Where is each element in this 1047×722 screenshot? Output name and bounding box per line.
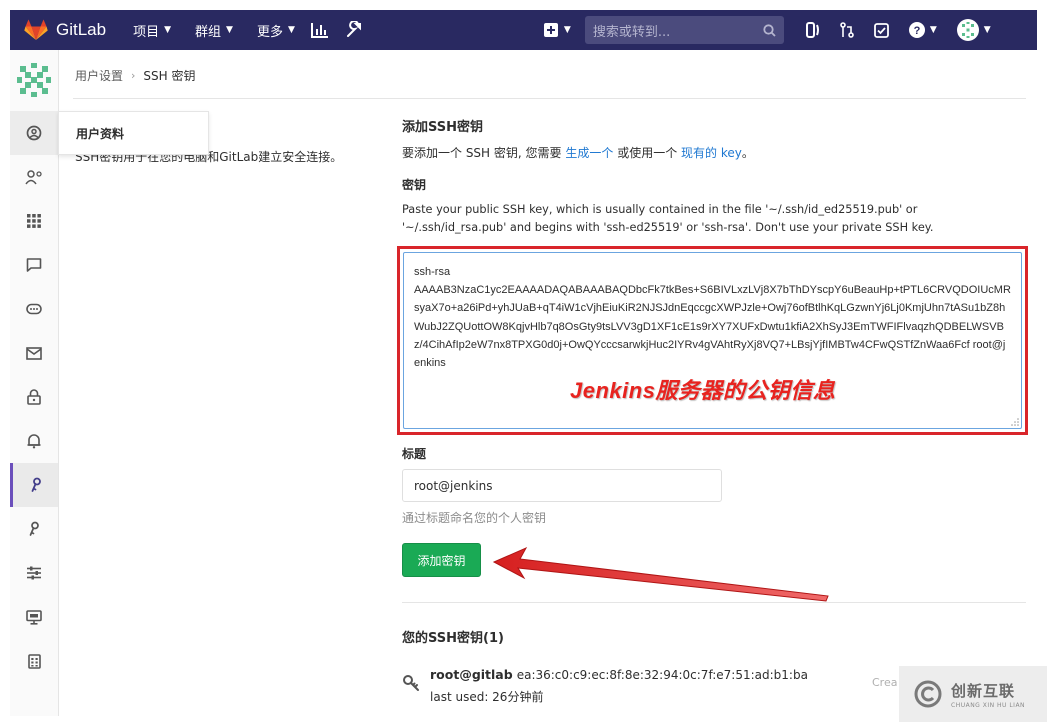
nav-more[interactable]: 更多 ▼ <box>257 21 295 40</box>
emails-icon <box>26 346 42 360</box>
nav-groups[interactable]: 群组 ▼ <box>195 21 233 40</box>
top-navbar: GitLab 项目 ▼ 群组 ▼ 更多 ▼ ▼ 搜索或转到... ? ▼ ▼ <box>10 10 1037 50</box>
key-help-text: Paste your public SSH key, which is usua… <box>402 203 934 234</box>
chat-icon <box>26 258 42 272</box>
section-divider <box>402 602 1026 603</box>
access-tokens-icon <box>26 303 42 315</box>
settings-sidebar <box>10 50 59 716</box>
chevron-down-icon: ▼ <box>287 25 295 35</box>
sidebar-item-gpg-keys[interactable] <box>10 507 58 551</box>
watermark: 创新互联 CHUANG XIN HU LIAN <box>899 666 1047 722</box>
title-label: 标题 <box>402 447 427 461</box>
ssh-key-fingerprint: ea:36:c0:c9:ec:8f:8e:32:94:0c:7f:e7:51:a… <box>516 668 808 682</box>
watermark-subtitle: CHUANG XIN HU LIAN <box>951 701 1026 709</box>
desc-suffix: 。 <box>741 146 754 160</box>
user-menu[interactable]: ▼ <box>956 19 991 41</box>
add-ssh-key-description: 要添加一个 SSH 密钥, 您需要 生成一个 或使用一个 现有的 key。 <box>402 144 754 161</box>
user-avatar[interactable] <box>16 62 52 102</box>
title-help-text: 通过标题命名您的个人密钥 <box>402 511 547 525</box>
profile-icon <box>26 125 42 141</box>
chevron-down-icon: ▼ <box>226 25 233 35</box>
help-icon: ? <box>908 22 925 38</box>
key-highlight-box: ssh-rsa AAAAB3NzaC1yc2EAAAADAQABAAABAQDb… <box>397 246 1028 435</box>
user-avatar-icon <box>956 19 979 41</box>
key-icon <box>403 675 419 691</box>
activity-chart-icon[interactable] <box>310 22 329 38</box>
chevron-down-icon: ▼ <box>929 25 937 35</box>
help-dropdown[interactable]: ? ▼ <box>908 22 937 38</box>
issues-icon[interactable] <box>805 22 820 38</box>
sessions-monitor-icon <box>26 609 42 625</box>
sidebar-item-chat[interactable] <box>10 243 58 287</box>
nav-groups-label: 群组 <box>195 24 222 40</box>
sidebar-item-sessions[interactable] <box>10 595 58 639</box>
watermark-logo-icon <box>914 680 942 708</box>
applications-icon <box>27 214 41 228</box>
new-item-dropdown[interactable]: ▼ <box>543 23 571 37</box>
desc-middle: 或使用一个 <box>617 146 678 160</box>
your-keys-heading: 您的SSH密钥(1) <box>402 631 504 646</box>
chevron-down-icon: ▼ <box>563 25 571 35</box>
sidebar-item-password[interactable] <box>10 375 58 419</box>
nav-more-label: 更多 <box>256 24 283 40</box>
preferences-sliders-icon <box>27 566 41 580</box>
svg-text:?: ? <box>913 25 920 37</box>
key-textarea-value: ssh-rsa AAAAB3NzaC1yc2EAAAADAQABAAABAQDb… <box>414 266 1011 370</box>
breadcrumb-divider <box>73 98 1026 99</box>
ssh-key-last-used: last used: 26分钟前 <box>430 690 544 704</box>
audit-log-icon <box>27 653 41 669</box>
nav-projects[interactable]: 项目 ▼ <box>133 21 171 40</box>
annotation-text: Jenkins服务器的公钥信息 <box>570 378 836 403</box>
sidebar-item-ssh-keys[interactable] <box>10 463 58 507</box>
todos-icon[interactable] <box>873 22 889 38</box>
breadcrumb: 用户设置 › SSH 密钥 <box>75 67 196 84</box>
existing-key-link[interactable]: 现有的 key <box>681 146 742 160</box>
chevron-down-icon: ▼ <box>983 25 991 35</box>
sidebar-item-profile[interactable] <box>10 111 58 155</box>
ssh-key-icon <box>31 477 41 492</box>
watermark-title: 创新互联 <box>951 681 1016 700</box>
notifications-bell-icon <box>27 434 41 449</box>
breadcrumb-ssh-keys[interactable]: SSH 密钥 <box>143 67 195 84</box>
ssh-key-name: root@gitlab <box>430 667 513 682</box>
sidebar-item-audit-log[interactable] <box>10 639 58 683</box>
search-icon <box>763 23 776 37</box>
sidebar-item-preferences[interactable] <box>10 551 58 595</box>
annotation-arrow <box>492 546 829 602</box>
title-input[interactable]: root@jenkins <box>402 469 722 502</box>
admin-wrench-icon[interactable] <box>345 21 363 39</box>
gpg-key-icon <box>29 521 39 536</box>
search-placeholder: 搜索或转到... <box>592 24 671 40</box>
resize-handle-icon[interactable] <box>1011 418 1019 426</box>
chevron-right-icon: › <box>131 69 136 82</box>
password-lock-icon <box>27 389 41 405</box>
add-key-button[interactable]: 添加密钥 <box>402 543 481 577</box>
sidebar-item-emails[interactable] <box>10 331 58 375</box>
add-ssh-key-heading: 添加SSH密钥 <box>402 120 484 135</box>
sidebar-item-account[interactable] <box>10 155 58 199</box>
nav-projects-label: 项目 <box>133 24 160 40</box>
profile-flyout[interactable]: 用户资料 <box>58 111 209 155</box>
gitlab-tanuki-icon <box>24 19 48 40</box>
sidebar-item-notifications[interactable] <box>10 419 58 463</box>
chevron-down-icon: ▼ <box>164 25 172 35</box>
ssh-key-created: Crea <box>872 676 898 689</box>
key-label: 密钥 <box>402 178 427 192</box>
merge-requests-icon[interactable] <box>840 22 854 38</box>
app-name: GitLab <box>56 20 107 39</box>
desc-prefix: 要添加一个 SSH 密钥, 您需要 <box>402 146 562 160</box>
generate-key-link[interactable]: 生成一个 <box>565 146 613 160</box>
ssh-key-title[interactable]: root@gitlab ea:36:c0:c9:ec:8f:8e:32:94:0c… <box>430 667 808 682</box>
breadcrumb-user-settings[interactable]: 用户设置 <box>75 67 123 84</box>
gitlab-logo[interactable]: GitLab <box>24 19 106 41</box>
identicon-avatar-icon <box>17 63 51 97</box>
sidebar-item-access-tokens[interactable] <box>10 287 58 331</box>
sidebar-item-applications[interactable] <box>10 199 58 243</box>
account-icon <box>25 170 42 185</box>
search-input[interactable]: 搜索或转到... <box>584 16 784 44</box>
plus-square-icon <box>543 23 558 37</box>
